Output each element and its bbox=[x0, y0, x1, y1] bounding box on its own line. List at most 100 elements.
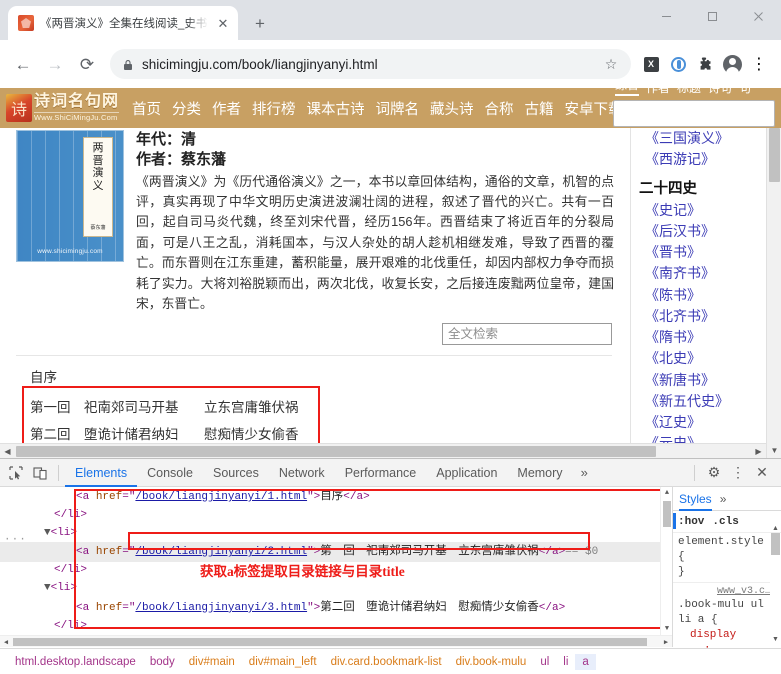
devtools-menu-icon[interactable]: ⋮ bbox=[727, 462, 749, 484]
close-devtools-icon[interactable]: ✕ bbox=[751, 462, 773, 484]
search-tab-4[interactable]: 句 bbox=[739, 88, 751, 96]
vertical-scroll-thumb[interactable] bbox=[769, 128, 780, 182]
chrome-menu-icon[interactable]: ⋮ bbox=[747, 52, 771, 76]
new-tab-button[interactable]: + bbox=[246, 9, 274, 37]
elements-scroll-right-icon[interactable]: ▶ bbox=[660, 636, 672, 647]
close-tab-icon[interactable]: ✕ bbox=[214, 14, 232, 32]
sidebar-history-1[interactable]: 《后汉书》 bbox=[639, 221, 750, 242]
dom-line-anchor[interactable]: <a href="/book/liangjinyanyi/3.html">第二回… bbox=[0, 598, 672, 618]
styles-more-icon[interactable]: » bbox=[720, 487, 727, 511]
dom-line-anchor[interactable]: <a href="/book/liangjinyanyi/1.html">自序<… bbox=[0, 487, 672, 507]
breadcrumb-ul[interactable]: ul bbox=[533, 654, 556, 670]
sidebar-history-4[interactable]: 《陈书》 bbox=[639, 285, 750, 306]
profile-avatar[interactable] bbox=[720, 52, 744, 76]
styles-scroll-thumb[interactable] bbox=[771, 533, 780, 555]
styles-scroll-up-icon[interactable]: ▲ bbox=[770, 523, 781, 533]
inspect-element-icon[interactable] bbox=[4, 461, 28, 485]
back-button[interactable]: ← bbox=[8, 49, 38, 79]
dom-href-link[interactable]: /book/liangjinyanyi/3.html bbox=[135, 602, 307, 614]
elements-scroll-thumb[interactable] bbox=[663, 501, 671, 527]
sidebar-item-xiyouji[interactable]: 《西游记》 bbox=[639, 149, 750, 170]
breadcrumb-li[interactable]: li bbox=[556, 654, 575, 670]
close-window-button[interactable] bbox=[735, 0, 781, 32]
cls-toggle[interactable]: .cls bbox=[712, 516, 738, 528]
tab-performance[interactable]: Performance bbox=[335, 459, 427, 487]
sidebar-history-9[interactable]: 《新五代史》 bbox=[639, 391, 750, 412]
scroll-left-arrow-icon[interactable]: ◀ bbox=[0, 444, 15, 458]
sidebar-history-6[interactable]: 《隋书》 bbox=[639, 327, 750, 348]
extension-x-icon[interactable]: X bbox=[639, 52, 663, 76]
tab-console[interactable]: Console bbox=[137, 459, 203, 487]
dom-href-link[interactable]: /book/liangjinyanyi/1.html bbox=[135, 491, 307, 503]
elements-scroll-down-icon[interactable]: ▼ bbox=[661, 623, 672, 635]
dom-href-link[interactable]: /book/liangjinyanyi/2.html bbox=[135, 546, 307, 558]
tab-elements[interactable]: Elements bbox=[65, 459, 137, 487]
tab-application[interactable]: Application bbox=[426, 459, 507, 487]
elements-horizontal-scrollbar[interactable]: ◀ ▶ bbox=[0, 635, 672, 647]
breadcrumb-a[interactable]: a bbox=[575, 653, 596, 670]
site-search-input[interactable] bbox=[613, 100, 775, 127]
nav-item-7[interactable]: 合称 bbox=[485, 98, 514, 119]
bookmark-star-icon[interactable]: ☆ bbox=[599, 52, 623, 76]
sidebar-history-11[interactable]: 《元史》 bbox=[639, 433, 750, 443]
breadcrumb-div-main-left[interactable]: div#main_left bbox=[242, 654, 324, 670]
nav-item-0[interactable]: 首页 bbox=[132, 98, 161, 119]
nav-item-2[interactable]: 作者 bbox=[212, 98, 241, 119]
sidebar-item-sanguo[interactable]: 《三国演义》 bbox=[639, 128, 750, 149]
nav-item-3[interactable]: 排行榜 bbox=[252, 98, 296, 119]
page-horizontal-scrollbar[interactable]: ◀ ▶ bbox=[0, 443, 766, 458]
maximize-button[interactable] bbox=[689, 0, 735, 32]
css-property-name[interactable]: display bbox=[690, 629, 736, 641]
extension-blue-icon[interactable] bbox=[666, 52, 690, 76]
sidebar-history-3[interactable]: 《南齐书》 bbox=[639, 263, 750, 284]
sidebar-history-7[interactable]: 《北史》 bbox=[639, 348, 750, 369]
scroll-down-arrow-icon[interactable]: ▼ bbox=[767, 443, 781, 458]
elements-scroll-up-icon[interactable]: ▲ bbox=[661, 487, 672, 499]
scroll-right-arrow-icon[interactable]: ▶ bbox=[751, 444, 766, 458]
sidebar-history-10[interactable]: 《辽史》 bbox=[639, 412, 750, 433]
gear-icon[interactable]: ⚙ bbox=[703, 462, 725, 484]
more-tabs-icon[interactable]: » bbox=[573, 465, 596, 480]
device-toolbar-icon[interactable] bbox=[28, 461, 52, 485]
sidebar-history-2[interactable]: 《晋书》 bbox=[639, 242, 750, 263]
hov-toggle[interactable]: :hov bbox=[678, 516, 704, 528]
nav-item-8[interactable]: 古籍 bbox=[525, 98, 554, 119]
dom-line-open-li[interactable]: ▼<li> bbox=[0, 580, 672, 598]
tab-memory[interactable]: Memory bbox=[507, 459, 572, 487]
forward-button[interactable]: → bbox=[40, 49, 70, 79]
breadcrumb-body[interactable]: body bbox=[143, 654, 182, 670]
site-logo[interactable]: 诗词名句网 Www.ShiCiMingJu.Com bbox=[6, 91, 124, 125]
nav-item-1[interactable]: 分类 bbox=[172, 98, 201, 119]
tab-network[interactable]: Network bbox=[269, 459, 335, 487]
element-style-rule[interactable]: element.style { } bbox=[673, 533, 781, 582]
elements-hscroll-thumb[interactable] bbox=[13, 638, 647, 646]
sidebar-history-5[interactable]: 《北齐书》 bbox=[639, 306, 750, 327]
breadcrumb-div-card[interactable]: div.card.bookmark-list bbox=[324, 654, 449, 670]
extensions-puzzle-icon[interactable] bbox=[693, 52, 717, 76]
search-tab-0[interactable]: 综合 bbox=[615, 88, 640, 96]
tab-styles[interactable]: Styles bbox=[679, 487, 712, 511]
tab-sources[interactable]: Sources bbox=[203, 459, 269, 487]
dom-line-open-li[interactable]: ▼<li> bbox=[0, 525, 672, 543]
horizontal-scroll-thumb[interactable] bbox=[16, 446, 656, 457]
browser-tab[interactable]: 《两晋演义》全集在线阅读_史书 ✕ bbox=[8, 6, 238, 40]
nav-item-6[interactable]: 藏头诗 bbox=[430, 98, 474, 119]
search-tab-2[interactable]: 标题 bbox=[677, 88, 701, 96]
breadcrumb-html[interactable]: html.desktop.landscape bbox=[8, 654, 143, 670]
search-tab-3[interactable]: 诗句 bbox=[708, 88, 732, 96]
fulltext-search-input[interactable]: 全文检索 bbox=[442, 322, 612, 345]
elements-vertical-scrollbar[interactable]: ▲ ▼ bbox=[660, 487, 672, 635]
search-tab-1[interactable]: 作者 bbox=[646, 88, 670, 96]
toc-preface-link[interactable]: 自序 bbox=[30, 366, 612, 386]
address-bar[interactable]: shicimingju.com/book/liangjinyanyi.html … bbox=[110, 49, 631, 79]
styles-scroll-down-icon[interactable]: ▼ bbox=[770, 633, 781, 645]
stylesheet-origin-link[interactable]: www_v3.c… bbox=[678, 585, 777, 599]
breadcrumb-div-main[interactable]: div#main bbox=[182, 654, 242, 670]
styles-scrollbar[interactable]: ▲ bbox=[770, 525, 781, 633]
toc-chapter-row[interactable]: 第一回 祀南郊司马开基 立东宫庸雏伏祸 bbox=[30, 394, 612, 422]
nav-item-5[interactable]: 词牌名 bbox=[376, 98, 420, 119]
sidebar-history-8[interactable]: 《新唐书》 bbox=[639, 370, 750, 391]
breadcrumb-div-book-mulu[interactable]: div.book-mulu bbox=[449, 654, 534, 670]
page-vertical-scrollbar[interactable]: ▲ ▼ bbox=[766, 128, 781, 458]
toc-chapter-row[interactable]: 第二回 堕诡计储君纳妇 慰痴情少女偷香 bbox=[30, 421, 612, 443]
